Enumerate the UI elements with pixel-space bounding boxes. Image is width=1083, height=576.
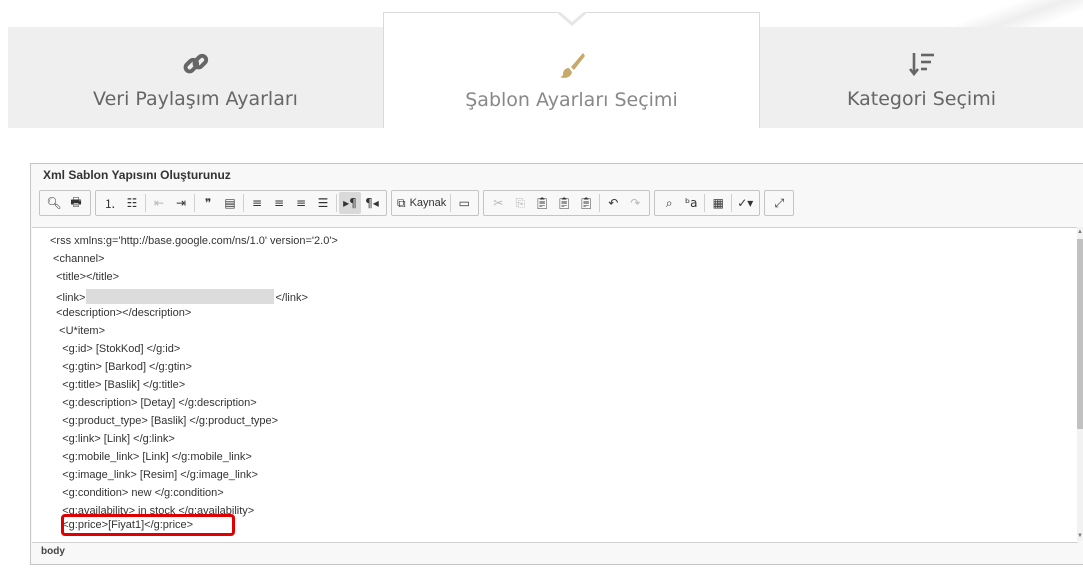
separator — [704, 194, 706, 212]
scroll-up-icon[interactable]: ▲ — [1077, 229, 1083, 235]
code-line: <g:gtin> [Barkod] </g:gtin> — [50, 361, 192, 373]
code-line: <g:mobile_link> [Link] </g:mobile_link> — [50, 451, 252, 463]
source-label: Kaynak — [409, 197, 447, 209]
separator — [194, 194, 195, 212]
indent-icon[interactable]: ⇥ — [170, 192, 192, 214]
spellcheck-icon[interactable]: ✓▾ — [734, 192, 756, 214]
code-line: <U*item> — [50, 325, 106, 337]
code-line: <link> — [50, 292, 86, 304]
rtl-direction-icon[interactable]: ¶◂ — [361, 192, 383, 214]
source-icon: ⧉ — [397, 195, 406, 210]
code-line: <channel> — [50, 253, 105, 265]
active-tab-notch — [555, 11, 588, 26]
toolbar-group-source: ⧉ Kaynak ▭ — [391, 190, 480, 216]
toolbar-group-paragraph: ⒈ ☷ ⇤ ⇥ ❞ ▤ ≡ ≡ ≡ ☰ ▸¶ ¶◂ — [95, 190, 387, 216]
code-line: <g:condition> new </g:condition> — [50, 487, 224, 499]
cut-icon[interactable]: ✂ — [487, 192, 509, 214]
paste-icon[interactable]: 📋︎ — [531, 192, 553, 214]
copy-icon[interactable]: ⎘ — [509, 192, 531, 214]
div-container-icon[interactable]: ▤ — [219, 192, 241, 214]
tab-veri-paylasim[interactable]: Veri Paylaşım Ayarları — [8, 27, 383, 128]
code-line: <g:link> [Link] </g:link> — [50, 433, 175, 445]
tab-kategori-secimi[interactable]: Kategori Seçimi — [760, 27, 1083, 128]
tab-label: Şablon Ayarları Seçimi — [465, 89, 678, 111]
separator — [145, 194, 146, 212]
select-all-icon[interactable]: ▦ — [707, 192, 729, 214]
wizard-tabs: Veri Paylaşım Ayarları Şablon Ayarları S… — [8, 11, 1083, 128]
tab-label: Veri Paylaşım Ayarları — [93, 88, 298, 110]
scrollbar-thumb[interactable] — [1077, 239, 1083, 429]
tab-label: Kategori Seçimi — [847, 88, 996, 110]
code-line: <g:product_type> [Baslik] </g:product_ty… — [50, 415, 279, 427]
separator — [336, 194, 337, 212]
print-icon[interactable]: 🖶 — [65, 192, 87, 214]
code-line-link: <link> </link> — [50, 289, 308, 304]
paste-text-icon[interactable]: 📋︎ — [553, 192, 575, 214]
maximize-icon[interactable]: ⤢ — [768, 192, 790, 214]
preview-icon[interactable]: 🔍︎ — [43, 192, 65, 214]
code-line: <title></title> — [50, 271, 120, 283]
code-line: <rss xmlns:g='http://base.google.com/ns/… — [50, 235, 338, 247]
code-line: <g:description> [Detay] </g:description> — [50, 397, 257, 409]
separator — [450, 194, 452, 212]
sort-icon — [760, 49, 1083, 79]
code-line-close: </link> — [275, 292, 308, 304]
separator — [599, 194, 601, 212]
code-line: <g:title> [Baslik] </g:title> — [50, 379, 186, 391]
numbered-list-icon[interactable]: ⒈ — [99, 192, 121, 214]
editor-toolbar: 🔍︎ 🖶 ⒈ ☷ ⇤ ⇥ ❞ ▤ ≡ ≡ ≡ ☰ ▸¶ ¶◂ ⧉ Kaynak — [39, 190, 795, 218]
blockquote-icon[interactable]: ❞ — [197, 192, 219, 214]
tab-sablon-ayarlari[interactable]: Şablon Ayarları Seçimi — [383, 11, 760, 128]
code-line: <g:id> [StokKod] </g:id> — [50, 343, 181, 355]
align-center-icon[interactable]: ≡ — [268, 192, 290, 214]
toolbar-group-tools: ⤢ — [764, 190, 795, 216]
find-icon[interactable]: ⌕ — [658, 192, 680, 214]
toolbar-group-editing: ⌕ ᵇa ▦ ✓▾ — [654, 190, 761, 216]
separator — [731, 194, 733, 212]
editor-title: Xml Sablon Yapısını Oluşturunuz — [43, 168, 231, 182]
editor-content-area[interactable]: <rss xmlns:g='http://base.google.com/ns/… — [32, 227, 1078, 543]
brush-icon — [384, 50, 759, 80]
justify-icon[interactable]: ☰ — [312, 192, 334, 214]
redo-icon[interactable]: ↷ — [624, 192, 646, 214]
link-icon — [8, 49, 383, 79]
align-right-icon[interactable]: ≡ — [290, 192, 312, 214]
ltr-direction-icon[interactable]: ▸¶ — [339, 192, 361, 214]
toolbar-group-clipboard: ✂ ⎘ 📋︎ 📋︎ 📋︎ ↶ ↷ — [483, 190, 651, 216]
templates-icon[interactable]: ▭ — [453, 192, 475, 214]
element-path[interactable]: body — [41, 546, 65, 557]
highlight-box — [61, 514, 235, 536]
replace-icon[interactable]: ᵇa — [680, 192, 702, 214]
separator — [243, 194, 244, 212]
undo-icon[interactable]: ↶ — [602, 192, 624, 214]
code-line: <g:image_link> [Resim] </g:image_link> — [50, 469, 258, 481]
paste-word-icon[interactable]: 📋︎ — [575, 192, 597, 214]
align-left-icon[interactable]: ≡ — [246, 192, 268, 214]
redacted-text — [86, 289, 275, 304]
scroll-down-icon[interactable]: ▼ — [1077, 533, 1083, 539]
toolbar-group-document: 🔍︎ 🖶 — [39, 190, 91, 216]
source-button[interactable]: ⧉ Kaynak — [395, 192, 448, 214]
vertical-scrollbar[interactable]: ▲ ▼ — [1077, 227, 1083, 541]
xml-editor: Xml Sablon Yapısını Oluşturunuz 🔍︎ 🖶 ⒈ ☷… — [30, 163, 1083, 565]
code-line: <description></description> — [50, 307, 192, 319]
bulleted-list-icon[interactable]: ☷ — [121, 192, 143, 214]
outdent-icon[interactable]: ⇤ — [148, 192, 170, 214]
